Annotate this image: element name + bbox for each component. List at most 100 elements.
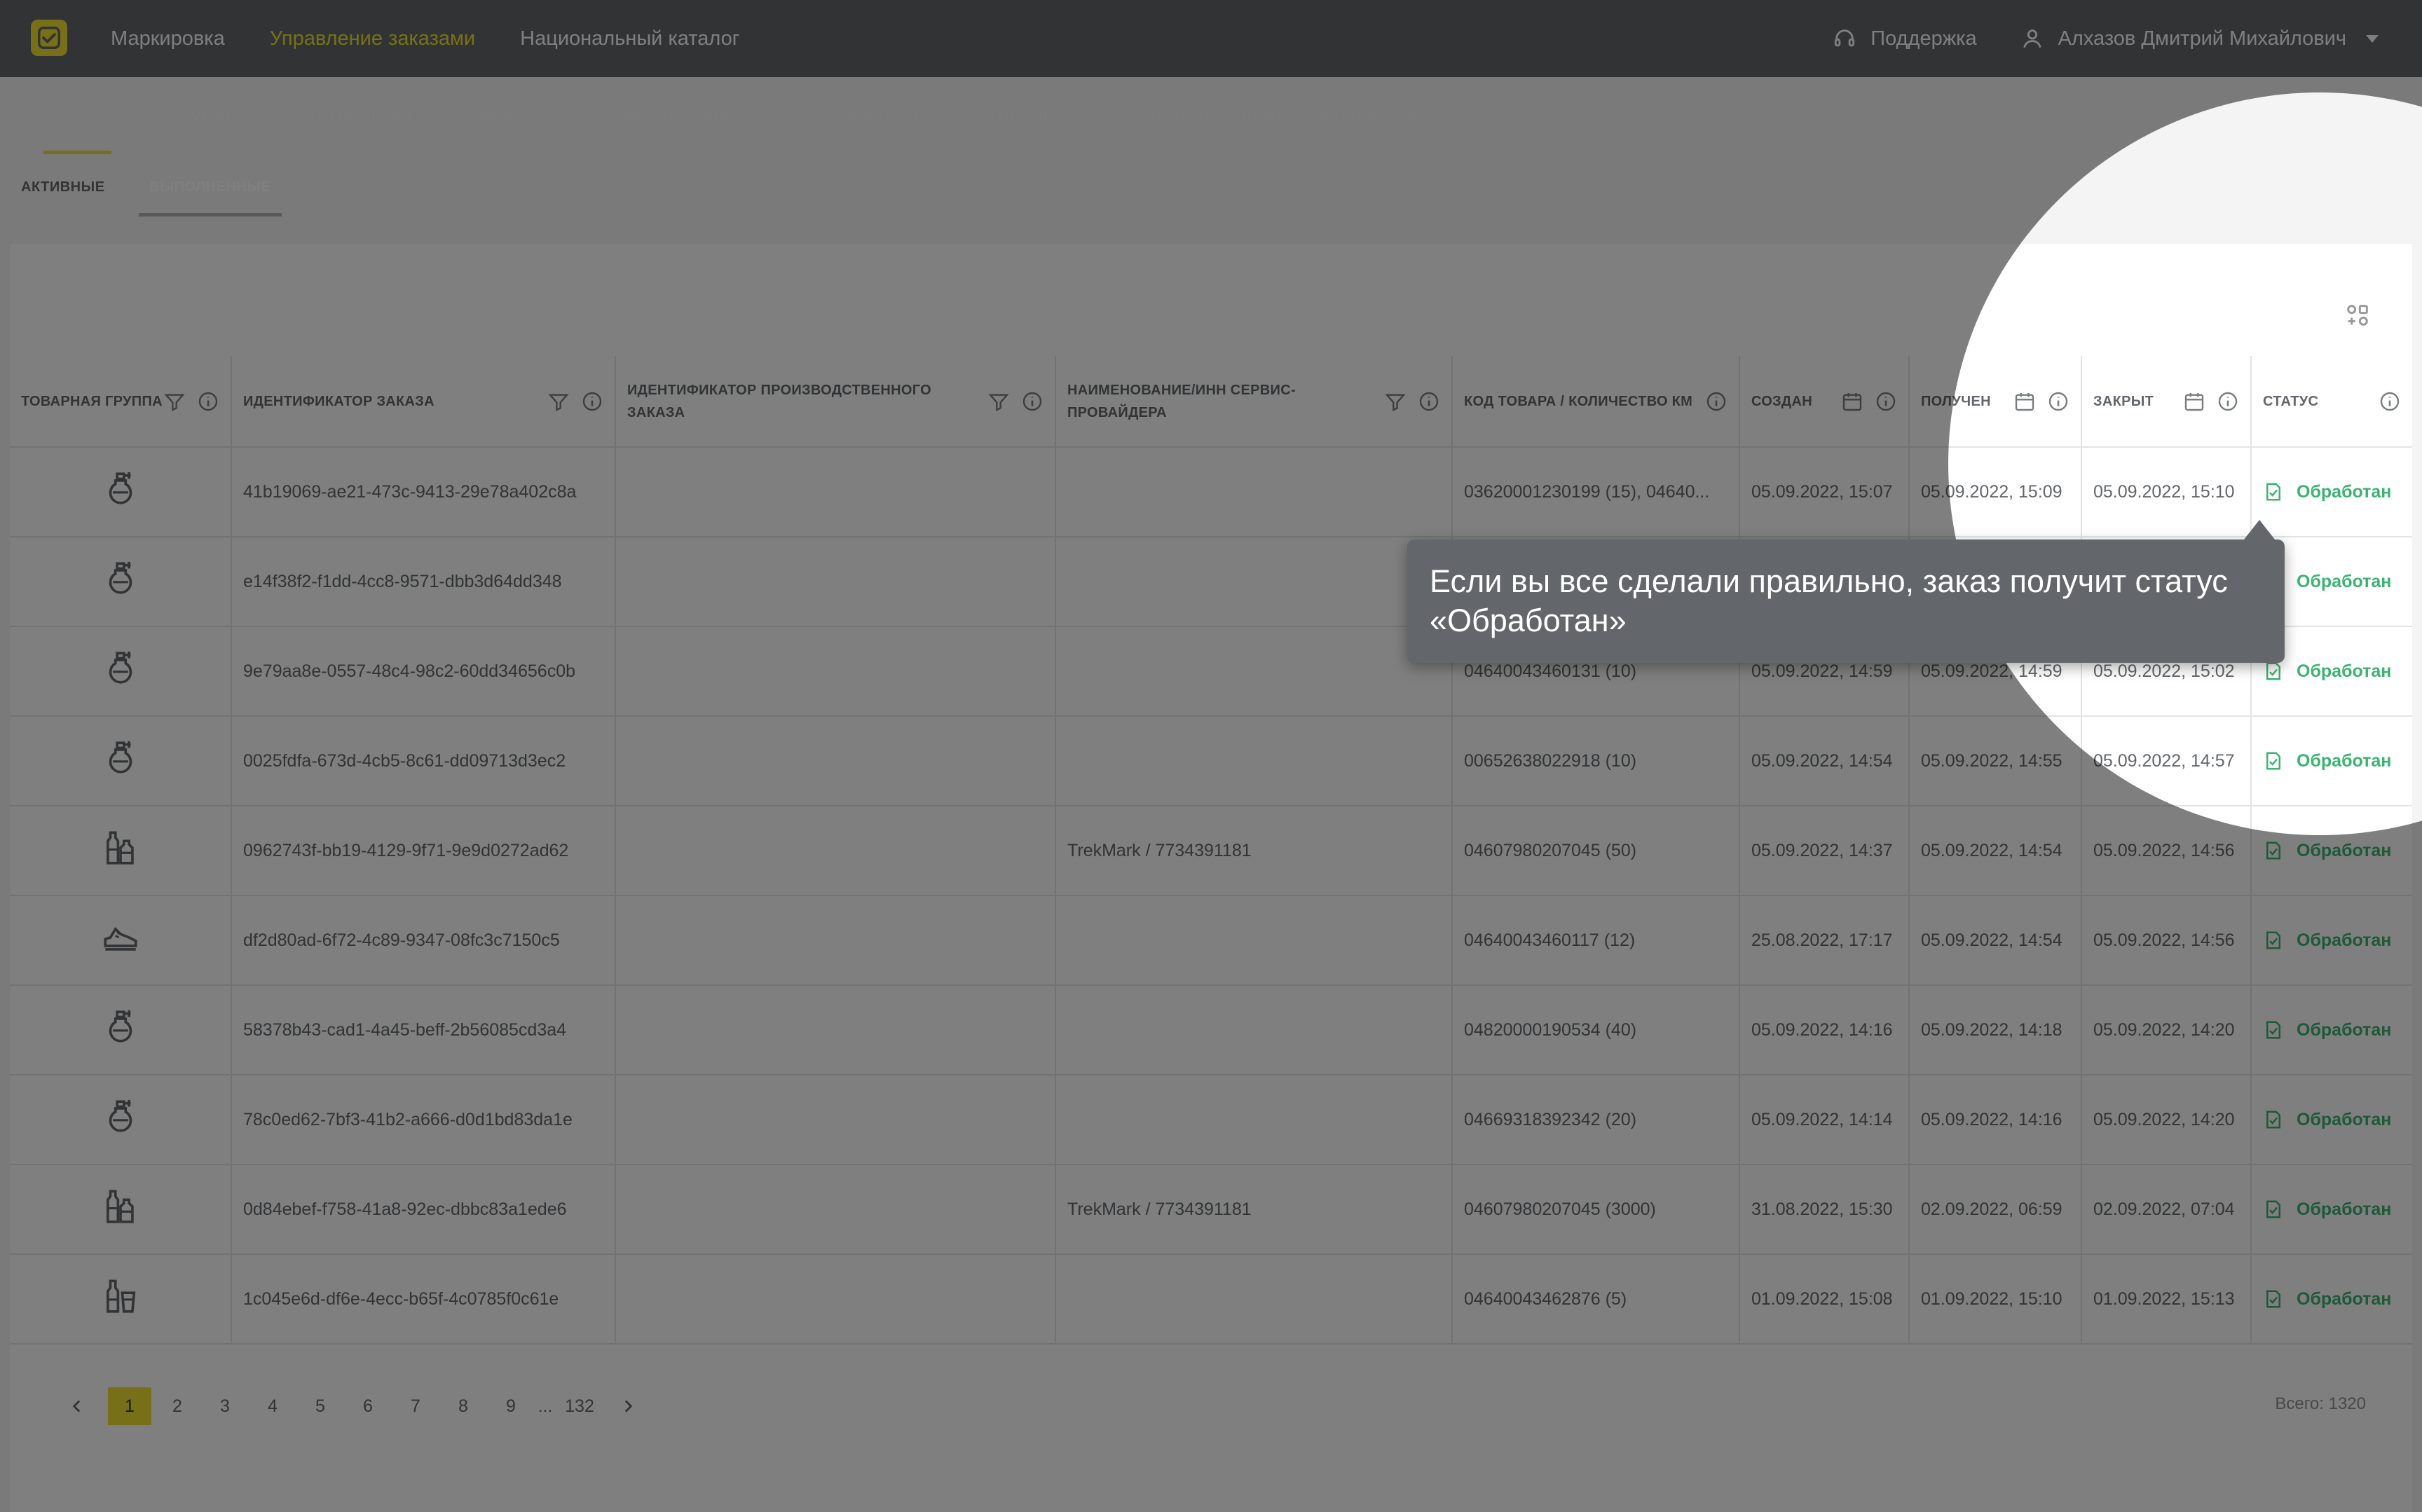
tab-active[interactable]: АКТИВНЫЕ <box>21 179 105 217</box>
cell-received: 02.09.2022, 06:59 <box>1909 1164 2082 1255</box>
col-label: ИДЕНТИФИКАТОР ЗАКАЗА <box>243 393 435 409</box>
status-label: Обработан <box>2297 1199 2392 1219</box>
column-settings-icon[interactable] <box>2344 301 2372 329</box>
calendar-icon[interactable] <box>2013 390 2036 413</box>
table-row[interactable]: 0d84ebef-f758-41a8-92ec-dbbc83a1ede6 Trek… <box>10 1164 2412 1255</box>
calendar-icon[interactable] <box>1841 390 1863 413</box>
col-product-group: ТОВАРНАЯ ГРУППА <box>10 356 232 448</box>
page-button[interactable]: 2 <box>156 1387 199 1425</box>
table-row[interactable]: 0962743f-bb19-4129-9f71-9e9d0272ad62 Trek… <box>10 806 2412 896</box>
cell-product-code: 04607980207045 (50) <box>1452 806 1740 896</box>
page-button[interactable]: 1 <box>108 1387 151 1425</box>
page-button[interactable]: 4 <box>251 1387 294 1425</box>
cell-product-code: 04640043462876 (5) <box>1452 1254 1740 1345</box>
info-icon[interactable] <box>197 390 219 413</box>
perfume-icon <box>109 561 132 594</box>
perfume-icon <box>109 651 132 684</box>
status-badge: Обработан <box>2263 660 2401 683</box>
page-button[interactable]: 5 <box>299 1387 342 1425</box>
page-button[interactable]: 3 <box>203 1387 247 1425</box>
status-doc-icon <box>2266 931 2280 949</box>
status-badge: Обработан <box>2263 481 2401 504</box>
info-icon[interactable] <box>2217 390 2239 413</box>
prev-page-button[interactable] <box>63 1397 91 1415</box>
tab-documents[interactable]: Документы <box>156 77 261 154</box>
table-row[interactable]: 78c0ed62-7bf3-41b2-a666-d0d1bd83da1e 0466… <box>10 1075 2412 1165</box>
table-row[interactable]: 0025fdfa-673d-4cb5-8c61-dd09713d3ec2 0065… <box>10 716 2412 806</box>
cell-received: 05.09.2022, 14:18 <box>1909 985 2082 1075</box>
cell-order-id: e14f38f2-f1dd-4cc8-9571-dbb3d64dd348 <box>231 537 616 627</box>
table-row[interactable]: df2d80ad-6f72-4c89-9347-08fc3c7150c5 0464… <box>10 895 2412 986</box>
cell-product-group <box>10 985 232 1075</box>
tab-integration-registry[interactable]: Реестр интеграционных решений <box>1102 77 1418 154</box>
col-received: ПОЛУЧЕН <box>1909 356 2082 448</box>
cell-created: 01.09.2022, 15:08 <box>1739 1254 1910 1345</box>
cell-created: 05.09.2022, 14:54 <box>1739 716 1910 806</box>
top-right-menu: Поддержка Алхазов Дмитрий Михайлович <box>1833 0 2379 77</box>
status-label: Обработан <box>2297 1288 2392 1309</box>
table-row[interactable]: 58378b43-cad1-4a45-beff-2b56085cd3a4 0482… <box>10 985 2412 1075</box>
cell-closed: 01.09.2022, 15:13 <box>2081 1254 2252 1345</box>
status-doc-icon <box>2266 662 2280 680</box>
cell-created: 05.09.2022, 14:16 <box>1739 985 1910 1075</box>
col-label: ИДЕНТИФИКАТОР ПРОИЗВОДСТВЕННОГО ЗАКАЗА <box>627 382 931 420</box>
cell-product-group <box>10 716 232 806</box>
cell-order-id: 78c0ed62-7bf3-41b2-a666-d0d1bd83da1e <box>231 1075 616 1165</box>
tab-labels[interactable]: Этикетки <box>457 77 542 154</box>
col-label: ТОВАРНАЯ ГРУППА <box>21 393 163 409</box>
main-nav-item-orders[interactable]: Управление заказами <box>270 27 475 50</box>
info-icon[interactable] <box>1705 390 1727 413</box>
calendar-icon[interactable] <box>2183 390 2205 413</box>
cell-closed: 02.09.2022, 07:04 <box>2081 1164 2252 1255</box>
info-icon[interactable] <box>1418 390 1440 413</box>
tab-products[interactable]: Товары <box>987 77 1058 154</box>
status-doc-icon <box>2266 1290 2280 1308</box>
page-button[interactable]: 6 <box>346 1387 390 1425</box>
main-nav-item-marking[interactable]: Маркировка <box>111 27 225 50</box>
section-nav: Заказы Документы Устройства Этикетки Сер… <box>43 77 1418 154</box>
main-nav-item-catalog[interactable]: Национальный каталог <box>520 27 739 50</box>
page-button-last[interactable]: 132 <box>558 1387 601 1425</box>
info-icon[interactable] <box>581 390 603 413</box>
status-badge: Обработан <box>2263 929 2401 952</box>
tab-guides[interactable]: Руководства <box>823 77 942 154</box>
cell-closed: 05.09.2022, 14:20 <box>2081 985 2252 1075</box>
cell-service-provider <box>1055 626 1453 717</box>
logo-icon[interactable] <box>31 20 67 56</box>
info-icon[interactable] <box>1021 390 1044 413</box>
tab-service-providers[interactable]: Сервис-провайдеры <box>587 77 779 154</box>
info-icon[interactable] <box>2047 390 2069 413</box>
col-label: СОЗДАН <box>1751 393 1812 409</box>
next-page-button[interactable] <box>614 1397 642 1415</box>
perfume-icon <box>109 741 132 774</box>
tab-devices[interactable]: Устройства <box>306 77 412 154</box>
table-row[interactable]: 1c045e6d-df6e-4ecc-b65f-4c0785f0c61e 0464… <box>10 1254 2412 1345</box>
cell-created: 25.08.2022, 17:17 <box>1739 895 1910 986</box>
page-button[interactable]: 8 <box>442 1387 485 1425</box>
status-label: Обработан <box>2297 481 2392 502</box>
info-icon[interactable] <box>1875 390 1897 413</box>
col-created: СОЗДАН <box>1739 356 1910 448</box>
status-doc-icon <box>2266 1200 2280 1218</box>
cell-order-id: 58378b43-cad1-4a45-beff-2b56085cd3a4 <box>231 985 616 1075</box>
tab-orders[interactable]: Заказы <box>43 77 111 154</box>
cell-closed: 05.09.2022, 15:10 <box>2081 447 2252 537</box>
chevron-down-icon <box>2366 34 2379 43</box>
onboarding-tooltip: Если вы все сделали правильно, заказ пол… <box>1407 520 2285 663</box>
tab-completed[interactable]: ВЫПОЛНЕННЫЕ <box>138 179 282 217</box>
page-button[interactable]: 9 <box>489 1387 533 1425</box>
status-label: Обработан <box>2297 840 2392 860</box>
cell-product-group <box>10 1075 232 1165</box>
cell-production-order-id <box>615 1254 1056 1345</box>
support-link[interactable]: Поддержка <box>1833 27 1977 50</box>
filter-icon[interactable] <box>163 390 186 413</box>
info-icon[interactable] <box>2379 390 2401 413</box>
cell-status: Обработан <box>2251 1164 2412 1255</box>
status-badge: Обработан <box>2263 839 2401 862</box>
user-menu[interactable]: Алхазов Дмитрий Михайлович <box>2020 27 2379 50</box>
filter-icon[interactable] <box>987 390 1010 413</box>
filter-icon[interactable] <box>1384 390 1407 413</box>
page-button[interactable]: 7 <box>394 1387 437 1425</box>
table-row[interactable]: 41b19069-ae21-473c-9413-29e78a402c8a 0362… <box>10 447 2412 537</box>
filter-icon[interactable] <box>547 390 570 413</box>
